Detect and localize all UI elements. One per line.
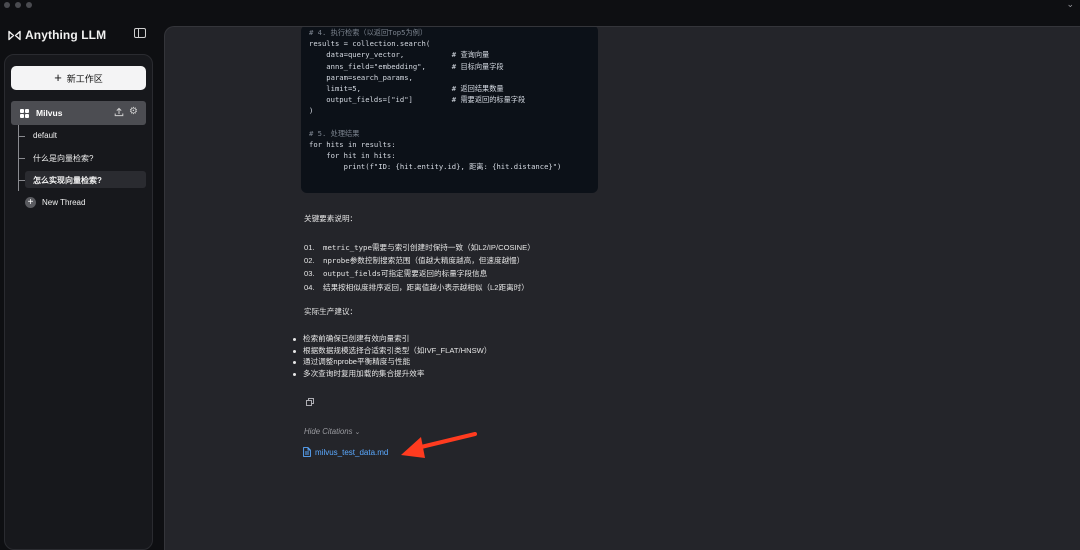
citation-file-link[interactable]: milvus_test_data.md <box>303 447 388 457</box>
key-point-number: 04. <box>304 283 315 292</box>
key-point-item: 01. metric_type需要与索引创建时保持一致（如L2/IP/COSINE… <box>304 242 535 253</box>
thread-tree-branch <box>18 158 25 159</box>
advice-item: 根据数据规模选择合适索引类型（如IVF_FLAT/HNSW） <box>293 345 491 356</box>
window-zoom-dot[interactable] <box>26 2 32 8</box>
advice-text: 根据数据规模选择合适索引类型（如IVF_FLAT/HNSW） <box>303 346 492 355</box>
code-line: print(f"ID: {hit.entity.id}, 距离: {hit.di… <box>309 162 562 172</box>
key-point-number: 01. <box>304 243 315 252</box>
key-points-heading: 关键要素说明： <box>304 214 358 223</box>
anythingllm-logo-icon <box>8 30 21 40</box>
code-line: ) <box>309 106 314 116</box>
new-thread-label: New Thread <box>42 198 86 207</box>
workspace-item-milvus[interactable]: Milvus ⚙ <box>11 101 146 125</box>
chevron-down-icon: ⌄ <box>354 429 361 436</box>
key-point-text: 结果按相似度排序返回，距离值越小表示越相似（L2距离时） <box>323 283 529 292</box>
chat-area: # 4. 执行检索（以返回Top5为例） results = collectio… <box>164 26 1080 550</box>
thread-tree-branch <box>18 136 25 137</box>
workspace-name: Milvus <box>36 108 63 118</box>
chevron-down-icon[interactable]: ⌄ <box>1066 0 1074 10</box>
code-line: data=query_vector, # 查询向量 <box>309 50 490 60</box>
upload-icon[interactable] <box>114 107 124 117</box>
key-point-code: metric_type <box>323 243 372 252</box>
advice-item: 多次查询时复用加载的集合提升效率 <box>293 368 425 379</box>
key-point-code: nprobe <box>323 256 350 265</box>
advice-text: 多次查询时复用加载的集合提升效率 <box>303 369 425 378</box>
thread-item-default[interactable]: default <box>33 131 57 140</box>
thread-tree-branch <box>18 180 25 181</box>
thread-item-what-is-vector-search[interactable]: 什么是向量检索? <box>33 153 93 164</box>
brand: Anything LLM <box>8 28 106 42</box>
hide-citations-toggle[interactable]: Hide Citations ⌄ <box>304 427 360 436</box>
code-line: limit=5, # 返回结果数量 <box>309 84 504 94</box>
key-point-text: 参数控制搜索范围（值越大精度越高，但速度越慢） <box>349 256 525 265</box>
sidebar-toggle-icon[interactable] <box>134 28 146 38</box>
workspace-grid-icon <box>20 108 29 118</box>
red-arrow-annotation-icon <box>401 432 477 458</box>
plus-icon: + <box>25 197 36 208</box>
key-point-text: 可指定需要返回的标量字段信息 <box>380 269 488 278</box>
key-point-item: 03. output_fields可指定需要返回的标量字段信息 <box>304 268 487 279</box>
new-workspace-label: 新工作区 <box>66 73 103 84</box>
key-point-code: output_fields <box>323 269 381 278</box>
code-line: output_fields=["id"] # 需要返回的标量字段 <box>309 95 526 105</box>
key-point-text: 需要与索引创建时保持一致（如L2/IP/COSINE） <box>371 243 535 252</box>
key-point-item: 04. 结果按相似度排序返回，距离值越小表示越相似（L2距离时） <box>304 282 529 293</box>
app-name: Anything LLM <box>25 28 107 42</box>
code-line: results = collection.search( <box>309 39 431 49</box>
code-line: for hit in hits: <box>309 151 396 161</box>
new-workspace-button[interactable]: + 新工作区 <box>11 66 146 90</box>
advice-text: 检索前确保已创建有效向量索引 <box>303 334 410 343</box>
advice-heading: 实际生产建议： <box>304 307 358 316</box>
workspace-panel: + 新工作区 Milvus ⚙ default 什么是向量检索? 怎么实现向量检… <box>4 54 153 550</box>
code-block: # 4. 执行检索（以返回Top5为例） results = collectio… <box>301 27 598 193</box>
citation-file-name: milvus_test_data.md <box>315 447 389 457</box>
new-thread-button[interactable]: + New Thread <box>25 197 85 208</box>
code-line: # 4. 执行检索（以返回Top5为例） <box>309 28 428 37</box>
key-point-item: 02. nprobe参数控制搜索范围（值越大精度越高，但速度越慢） <box>304 255 524 266</box>
advice-item: 通过调整nprobe平衡精度与性能 <box>293 356 410 367</box>
thread-item-how-to-vector-search[interactable]: 怎么实现向量检索? <box>33 175 102 186</box>
window-minimize-dot[interactable] <box>15 2 21 8</box>
advice-text: 通过调整nprobe平衡精度与性能 <box>303 357 411 366</box>
window-close-dot[interactable] <box>4 2 10 8</box>
file-icon <box>303 447 311 457</box>
code-line: for hits in results: <box>309 140 396 150</box>
code-line: param=search_params, <box>309 72 413 82</box>
code-line: # 5. 处理结果 <box>309 128 360 138</box>
code-line: anns_field="embedding", # 目标向量字段 <box>309 61 504 71</box>
hide-citations-label: Hide Citations <box>304 427 353 436</box>
advice-item: 检索前确保已创建有效向量索引 <box>293 333 409 344</box>
window-titlebar: ⌄ <box>0 0 1080 14</box>
sidebar: Anything LLM + 新工作区 Milvus ⚙ default 什么是… <box>0 14 158 550</box>
gear-icon[interactable]: ⚙ <box>129 107 138 117</box>
copy-icon[interactable] <box>306 398 314 406</box>
key-point-number: 02. <box>304 256 315 265</box>
key-point-number: 03. <box>304 269 315 278</box>
plus-icon: + <box>54 70 62 85</box>
